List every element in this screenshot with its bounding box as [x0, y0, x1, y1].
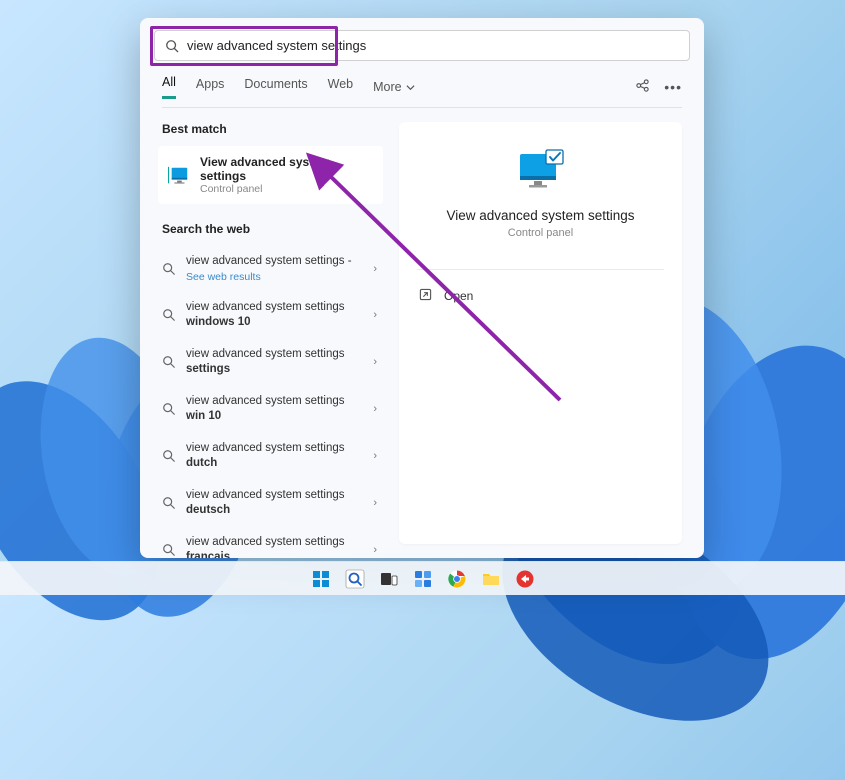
tab-apps[interactable]: Apps [196, 77, 225, 98]
taskbar-chrome[interactable] [447, 569, 467, 589]
results-list: Best match View advanced system settings… [140, 108, 385, 558]
open-action[interactable]: Open [417, 282, 664, 310]
start-search-panel: All Apps Documents Web More ••• Best mat… [140, 18, 704, 558]
taskbar-explorer[interactable] [481, 569, 501, 589]
web-result-text: view advanced system settings français [186, 535, 379, 558]
search-web-label: Search the web [162, 222, 385, 236]
web-result-text: view advanced system settings deutsch [186, 488, 379, 519]
tab-all[interactable]: All [162, 75, 176, 99]
taskbar-widgets[interactable] [413, 569, 433, 589]
search-icon [162, 449, 176, 463]
best-match-title: View advanced system settings [200, 155, 373, 183]
web-result-4[interactable]: view advanced system settings dutch › [162, 433, 385, 480]
web-result-text: view advanced system settings dutch [186, 441, 379, 472]
web-result-6[interactable]: view advanced system settings français › [162, 527, 385, 558]
chevron-right-icon: › [373, 450, 377, 462]
web-result-0[interactable]: view advanced system settings - See web … [162, 246, 385, 292]
chevron-right-icon: › [373, 403, 377, 415]
web-result-text: view advanced system settings win 10 [186, 394, 379, 425]
tab-more[interactable]: More [373, 80, 414, 94]
search-box[interactable] [154, 30, 690, 61]
web-result-5[interactable]: view advanced system settings deutsch › [162, 480, 385, 527]
chevron-right-icon: › [373, 497, 377, 509]
more-options-icon[interactable]: ••• [664, 79, 682, 95]
taskbar-task-view[interactable] [379, 569, 399, 589]
taskbar-app-red[interactable] [515, 569, 535, 589]
search-input[interactable] [187, 38, 679, 53]
open-icon [419, 288, 432, 304]
web-result-text: view advanced system settings - See web … [186, 254, 379, 284]
start-button[interactable] [311, 569, 331, 589]
search-share-icon[interactable] [635, 78, 650, 96]
web-result-text: view advanced system settings settings [186, 347, 379, 378]
taskbar-search[interactable] [345, 569, 365, 589]
tab-documents[interactable]: Documents [244, 77, 307, 98]
search-icon [162, 355, 176, 369]
web-result-3[interactable]: view advanced system settings win 10 › [162, 386, 385, 433]
chevron-down-icon [406, 83, 415, 92]
search-icon [165, 39, 179, 53]
search-icon [162, 496, 176, 510]
search-icon [162, 402, 176, 416]
taskbar [0, 561, 845, 595]
preview-subtitle: Control panel [417, 227, 664, 239]
result-preview-card: View advanced system settings Control pa… [399, 122, 682, 544]
web-result-2[interactable]: view advanced system settings settings › [162, 339, 385, 386]
preview-title: View advanced system settings [417, 208, 664, 223]
best-match-subtitle: Control panel [200, 183, 373, 195]
search-icon [162, 262, 176, 276]
search-icon [162, 543, 176, 557]
monitor-check-icon [516, 148, 566, 192]
tab-web[interactable]: Web [328, 77, 353, 98]
open-label: Open [444, 289, 473, 303]
best-match-label: Best match [162, 122, 385, 136]
chevron-right-icon: › [373, 309, 377, 321]
search-filter-tabs: All Apps Documents Web More ••• [140, 61, 704, 107]
search-icon [162, 308, 176, 322]
monitor-icon [168, 165, 190, 185]
chevron-right-icon: › [373, 544, 377, 556]
web-result-text: view advanced system settings windows 10 [186, 300, 379, 331]
preview-divider [417, 269, 664, 270]
web-result-1[interactable]: view advanced system settings windows 10… [162, 292, 385, 339]
best-match-item[interactable]: View advanced system settings Control pa… [158, 146, 383, 204]
chevron-right-icon: › [373, 356, 377, 368]
chevron-right-icon: › [373, 263, 377, 275]
